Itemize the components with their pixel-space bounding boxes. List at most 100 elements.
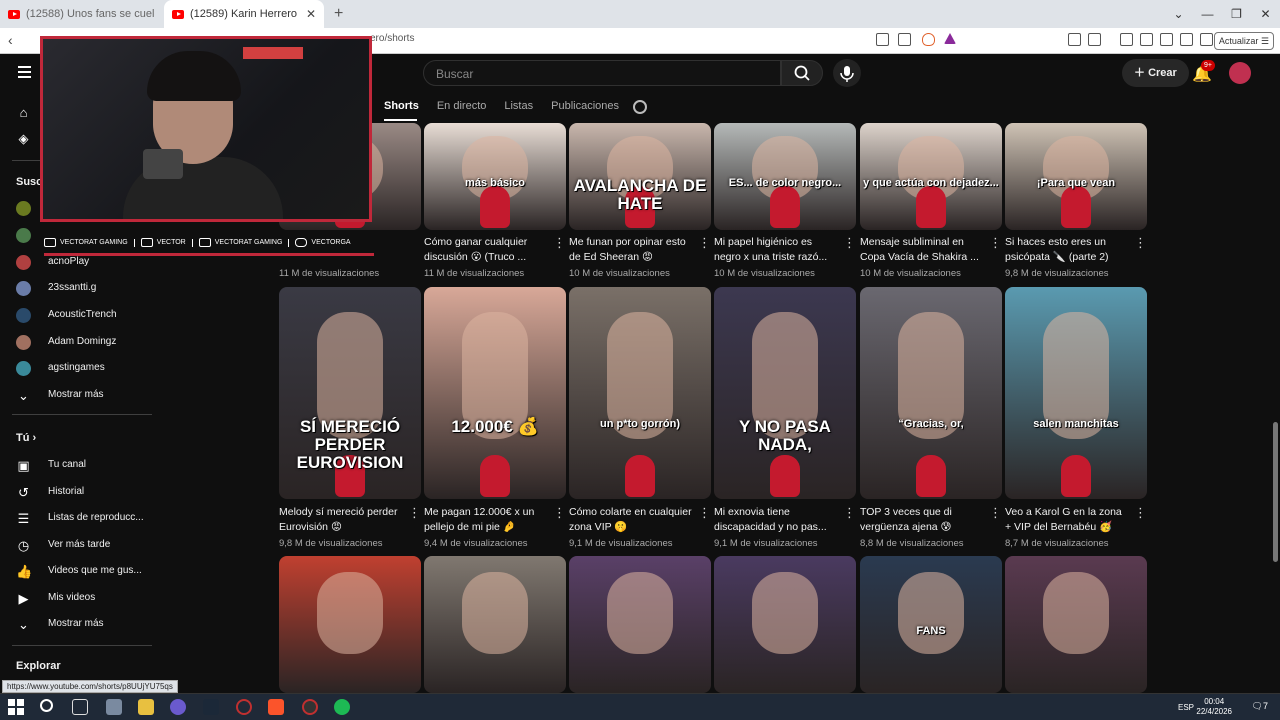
short-title[interactable]: Mi exnovia tiene discapacidad y no pas..… xyxy=(714,505,839,535)
tab-list-chevron-icon[interactable]: ⌄ xyxy=(1164,0,1193,28)
short-title[interactable]: Si haces esto eres un psicópata 🔪 (parte… xyxy=(1005,235,1130,265)
scrollbar-thumb[interactable] xyxy=(1273,422,1278,562)
short-thumbnail[interactable]: ES... de color negro... xyxy=(714,123,856,230)
new-tab-button[interactable]: + xyxy=(324,5,353,23)
short-thumbnail[interactable]: Y NO PASA NADA, xyxy=(714,287,856,499)
update-button[interactable]: Actualizar ☰ xyxy=(1213,32,1274,50)
notification-center[interactable]: 🗨7 xyxy=(1252,701,1268,712)
sidebar-item-history[interactable]: ↺ Historial xyxy=(0,480,160,506)
subscriptions-heading[interactable]: Susc xyxy=(16,176,42,188)
page-scrollbar[interactable] xyxy=(1272,92,1280,692)
leo-ai-icon[interactable] xyxy=(1180,33,1193,46)
account-avatar[interactable] xyxy=(1229,62,1251,84)
more-actions-icon[interactable]: ⋮ xyxy=(989,235,1002,251)
opera-icon[interactable] xyxy=(236,699,252,715)
more-actions-icon[interactable]: ⋮ xyxy=(698,235,711,251)
short-thumbnail[interactable] xyxy=(424,556,566,693)
obs-icon[interactable] xyxy=(302,699,318,715)
more-actions-icon[interactable]: ⋮ xyxy=(843,505,856,521)
menu-icon[interactable] xyxy=(18,66,31,81)
more-actions-icon[interactable]: ⋮ xyxy=(989,505,1002,521)
sidebar-item-your-channel[interactable]: ▣ Tu canal xyxy=(0,453,160,479)
more-actions-icon[interactable]: ⋮ xyxy=(1134,235,1147,251)
short-thumbnail[interactable]: AVALANCHA DE HATE xyxy=(569,123,711,230)
sidebar-item-liked-videos[interactable]: 👍 Videos que me gus... xyxy=(0,559,160,585)
close-tab-icon[interactable]: ✕ xyxy=(306,7,316,21)
sidebar-channel-4[interactable]: agstingames xyxy=(0,356,160,382)
more-actions-icon[interactable]: ⋮ xyxy=(843,235,856,251)
sidebar-show-more-subs[interactable]: ⌄ Mostrar más xyxy=(0,383,160,409)
cast-icon[interactable] xyxy=(876,33,889,46)
short-thumbnail[interactable] xyxy=(279,556,421,693)
brave-icon[interactable] xyxy=(268,699,284,715)
sidebar-channel-3[interactable]: Adam Domingz xyxy=(0,330,160,356)
music-icon[interactable] xyxy=(1120,33,1133,46)
short-thumbnail[interactable] xyxy=(569,556,711,693)
tab-shorts[interactable]: Shorts xyxy=(384,100,419,112)
short-title[interactable]: Cómo ganar cualquier discusión 😮 (Truco … xyxy=(424,235,549,265)
browser-tab-1[interactable]: (12589) Karin Herrero - YouTube ✕ xyxy=(164,0,324,28)
short-thumbnail[interactable]: ¡Para que vean xyxy=(1005,123,1147,230)
url-text[interactable]: ero/shorts xyxy=(370,33,414,44)
short-thumbnail[interactable] xyxy=(1005,556,1147,693)
brave-rewards-icon[interactable] xyxy=(944,33,956,44)
short-thumbnail[interactable] xyxy=(714,556,856,693)
discord-icon[interactable] xyxy=(170,699,186,715)
restore-button[interactable]: ❐ xyxy=(1222,0,1251,28)
short-thumbnail[interactable]: un p*to gorrón) xyxy=(569,287,711,499)
sidebar-item-watch-later[interactable]: ◷ Ver más tarde xyxy=(0,533,160,559)
tab-playlists[interactable]: Listas xyxy=(504,100,533,112)
short-thumbnail[interactable]: FANS xyxy=(860,556,1002,693)
channel-search-icon[interactable] xyxy=(633,100,647,114)
task-view-icon[interactable] xyxy=(72,699,88,715)
short-title[interactable]: Cómo colarte en cualquier zona VIP 🤫 xyxy=(569,505,694,535)
file-manager-icon[interactable] xyxy=(106,699,122,715)
tab-live[interactable]: En directo xyxy=(437,100,487,112)
short-title[interactable]: Me funan por opinar esto de Ed Sheeran 😡 xyxy=(569,235,694,265)
input-language[interactable]: ESP xyxy=(1178,703,1194,712)
short-title[interactable]: TOP 3 veces que di vergüenza ajena 😰 xyxy=(860,505,985,535)
tab-posts[interactable]: Publicaciones xyxy=(551,100,619,112)
browser-tab-0[interactable]: (12588) Unos fans se cuelan en mi ca xyxy=(0,0,162,28)
search-button[interactable] xyxy=(781,60,823,86)
short-title[interactable]: Me pagan 12.000€ x un pellejo de mi pie … xyxy=(424,505,549,535)
reading-list-icon[interactable] xyxy=(1088,33,1101,46)
start-icon[interactable] xyxy=(8,699,24,715)
short-thumbnail[interactable]: SÍ MERECIÓ PERDER EUROVISION xyxy=(279,287,421,499)
more-actions-icon[interactable]: ⋮ xyxy=(553,235,566,251)
short-thumbnail[interactable]: 12.000€ 💰 xyxy=(424,287,566,499)
system-clock[interactable]: 00:04 22/4/2026 xyxy=(1196,697,1232,717)
minimize-button[interactable]: — xyxy=(1193,0,1222,28)
share-icon[interactable] xyxy=(898,33,911,46)
voice-search-button[interactable] xyxy=(833,59,861,87)
short-title[interactable]: Mi papel higiénico es negro x una triste… xyxy=(714,235,839,265)
create-button[interactable]: ＋ Crear xyxy=(1122,59,1189,87)
more-actions-icon[interactable]: ⋮ xyxy=(408,505,421,521)
vpn-icon[interactable] xyxy=(1200,33,1213,46)
folder-icon[interactable] xyxy=(138,699,154,715)
search-input[interactable]: Buscar xyxy=(423,60,781,86)
steam-icon[interactable] xyxy=(203,699,219,715)
more-actions-icon[interactable]: ⋮ xyxy=(1134,505,1147,521)
short-title[interactable]: Melody sí mereció perder Eurovisión 😡 xyxy=(279,505,404,535)
short-thumbnail[interactable]: salen manchitas xyxy=(1005,287,1147,499)
close-window-button[interactable]: ✕ xyxy=(1251,0,1280,28)
short-title[interactable]: Mensaje subliminal en Copa Vacía de Shak… xyxy=(860,235,985,265)
sidebar-item-show-more[interactable]: ⌄ Mostrar más xyxy=(0,612,160,638)
sidebar-item-my-videos[interactable]: ▶ Mis videos xyxy=(0,586,160,612)
back-icon[interactable]: ‹ xyxy=(8,32,13,48)
brave-shield-icon[interactable] xyxy=(922,33,935,46)
you-heading[interactable]: Tú › xyxy=(16,432,36,444)
short-thumbnail[interactable]: más básico xyxy=(424,123,566,230)
spotify-icon[interactable] xyxy=(334,699,350,715)
sidebar-channel-1[interactable]: 23ssantti.g xyxy=(0,276,160,302)
more-actions-icon[interactable]: ⋮ xyxy=(553,505,566,521)
short-title[interactable]: Veo a Karol G en la zona + VIP del Berna… xyxy=(1005,505,1130,535)
wallet-icon[interactable] xyxy=(1160,33,1173,46)
sidebar-item-playlists[interactable]: ☰ Listas de reproducc... xyxy=(0,506,160,532)
extensions-icon[interactable] xyxy=(1068,33,1081,46)
short-thumbnail[interactable]: y que actúa con dejadez... xyxy=(860,123,1002,230)
more-actions-icon[interactable]: ⋮ xyxy=(698,505,711,521)
short-thumbnail[interactable]: “Gracias, or, xyxy=(860,287,1002,499)
sidebar-icon[interactable] xyxy=(1140,33,1153,46)
